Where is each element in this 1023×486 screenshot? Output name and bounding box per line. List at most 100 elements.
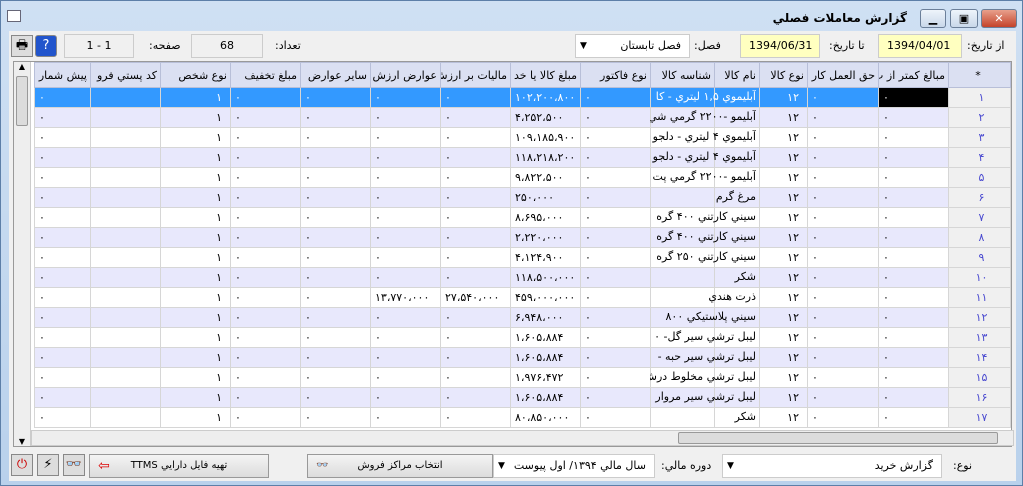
table-cell[interactable]: ۱۲ — [759, 107, 808, 128]
table-cell[interactable]: ۲۵۰،۰۰۰ — [510, 187, 581, 208]
table-cell[interactable]: ۱ — [160, 167, 231, 188]
table-cell[interactable]: ۰ — [878, 367, 949, 388]
table-cell[interactable]: ۹ — [948, 247, 1011, 268]
table-cell[interactable]: آبليمو -۲۲۰۰ گرمي شي — [650, 107, 760, 128]
table-row[interactable]: ۱ ۰ ۰ ۱۲ آبليموي ۱,۵ ليتري - كا ۰ ۱۰۲،۲۰۰،۸۰۰ ۰… — [34, 87, 1011, 108]
table-cell[interactable]: ۰ — [580, 387, 651, 408]
table-cell[interactable]: ۲،۲۲۰،۰۰۰ — [510, 227, 581, 248]
table-cell[interactable]: ۱ — [160, 407, 231, 428]
table-cell[interactable]: ۰ — [440, 227, 511, 248]
table-cell[interactable]: ۰ — [807, 247, 879, 268]
table-cell[interactable]: ۱۲ — [759, 167, 808, 188]
table-cell[interactable]: ۰ — [580, 207, 651, 228]
table-cell[interactable]: ۰ — [370, 407, 441, 428]
column-header[interactable]: ساير عوارض — [300, 62, 371, 88]
table-cell[interactable]: ۱ — [160, 207, 231, 228]
table-cell[interactable]: ۱۱۸،۵۰۰،۰۰۰ — [510, 267, 581, 288]
table-row[interactable]: ۱۲ ۰ ۰ ۱۲ سيني پلاستيكي ۸۰۰ ۰ ۶،۹۴۸،۰۰۰ ۰ ۰ ۰ ۰ ۱ ۰ — [34, 307, 1011, 328]
table-cell[interactable]: ليبل ترشي سير مروار — [655, 387, 760, 408]
table-cell[interactable]: ۱ — [948, 87, 1011, 108]
table-cell[interactable] — [90, 127, 161, 148]
table-cell[interactable]: ۰ — [878, 187, 949, 208]
table-cell[interactable]: ۰ — [807, 407, 879, 428]
table-cell[interactable]: ۰ — [300, 287, 371, 308]
table-cell[interactable]: ليبل ترشي مخلوط درش — [650, 367, 760, 388]
close-button[interactable]: ✕ — [981, 9, 1017, 28]
table-cell[interactable]: ۰ — [878, 147, 949, 168]
table-cell[interactable]: ۰ — [370, 347, 441, 368]
column-header[interactable]: حق العمل کار — [807, 62, 879, 88]
table-cell[interactable]: ۰ — [878, 307, 949, 328]
table-cell[interactable]: ۰ — [807, 287, 879, 308]
table-cell[interactable]: ۰ — [580, 87, 651, 108]
table-cell[interactable]: ۰ — [300, 207, 371, 228]
table-cell[interactable]: ۱ — [160, 327, 231, 348]
table-cell[interactable]: ۰ — [230, 347, 301, 368]
table-cell[interactable]: ليبل ترشي سير حبه - — [658, 347, 760, 368]
table-cell[interactable]: ۲ — [948, 107, 1011, 128]
table-cell[interactable]: ۱ — [160, 147, 231, 168]
table-cell[interactable] — [90, 387, 161, 408]
table-cell[interactable] — [90, 207, 161, 228]
table-cell[interactable]: ۰ — [370, 207, 441, 228]
season-select[interactable]: فصل تابستان ▼ — [575, 34, 690, 58]
table-cell[interactable]: ۰ — [300, 267, 371, 288]
table-cell[interactable] — [90, 407, 161, 428]
table-cell[interactable]: ۰ — [807, 107, 879, 128]
column-header[interactable]: * — [948, 62, 1011, 88]
table-cell[interactable]: ۰ — [370, 147, 441, 168]
table-cell[interactable]: ۰ — [878, 227, 949, 248]
table-cell[interactable]: ۱ — [160, 107, 231, 128]
table-cell[interactable]: ۰ — [807, 187, 879, 208]
table-cell[interactable]: ۰ — [34, 387, 91, 408]
table-cell[interactable]: ۱ — [160, 87, 231, 108]
table-cell[interactable]: ۰ — [300, 127, 371, 148]
column-header[interactable]: پيش شمار — [34, 62, 91, 88]
table-cell[interactable]: ۰ — [230, 307, 301, 328]
table-cell[interactable]: ۰ — [34, 307, 91, 328]
table-cell[interactable]: ۱۲ — [759, 347, 808, 368]
table-cell[interactable]: شكر — [714, 267, 760, 288]
table-cell[interactable]: ۰ — [300, 367, 371, 388]
table-cell[interactable]: ۰ — [370, 127, 441, 148]
table-cell[interactable]: ۰ — [878, 347, 949, 368]
table-row[interactable]: ۵۰۰۱۲آبليمو -۲۲۰۰ گرمي پت ر۰۹،۸۲۲،۵۰۰۰۰۰… — [34, 167, 1011, 188]
table-cell[interactable]: ۰ — [580, 147, 651, 168]
table-cell[interactable]: ۰ — [370, 107, 441, 128]
table-row[interactable]: ۶ ۰ ۰ ۱۲ مرغ گرم ۰ ۲۵۰،۰۰۰ ۰ ۰ ۰ ۰ ۱ ۰ — [34, 187, 1011, 208]
table-cell[interactable]: ۱۰۹،۱۸۵،۹۰۰ — [510, 127, 581, 148]
table-cell[interactable]: ۴،۲۵۲،۵۰۰ — [510, 107, 581, 128]
filter-button[interactable]: ⚡ — [37, 454, 59, 476]
table-cell[interactable]: ۰ — [34, 167, 91, 188]
table-cell[interactable]: ۰ — [440, 407, 511, 428]
table-cell[interactable]: آبليمو -۲۲۰۰ گرمي پت ر — [650, 167, 760, 188]
table-cell[interactable]: ۰ — [370, 307, 441, 328]
table-cell[interactable]: ۱۴ — [948, 347, 1011, 368]
table-cell[interactable]: ۰ — [300, 347, 371, 368]
column-header[interactable]: کد پستي فرو — [90, 62, 161, 88]
table-cell[interactable]: ۱۲ — [759, 247, 808, 268]
table-cell[interactable]: ۱۲ — [759, 287, 808, 308]
table-cell[interactable]: ۱۲ — [759, 387, 808, 408]
table-cell[interactable]: ۱۵ — [948, 367, 1011, 388]
table-cell[interactable]: ۰ — [370, 187, 441, 208]
table-cell[interactable]: ۰ — [230, 207, 301, 228]
table-cell[interactable]: ۰ — [370, 227, 441, 248]
table-cell[interactable]: ۱۲ — [759, 207, 808, 228]
table-row[interactable]: ۱۰ ۰ ۰ ۱۲ شكر ۰ ۱۱۸،۵۰۰،۰۰۰ ۰ ۰ ۰ ۰ ۱ ۰ — [34, 267, 1011, 288]
table-cell[interactable]: ۱،۶۰۵،۸۸۴ — [510, 387, 581, 408]
table-cell[interactable]: ۶،۹۴۸،۰۰۰ — [510, 307, 581, 328]
table-cell[interactable]: ۱۳ — [948, 327, 1011, 348]
table-cell[interactable]: ۰ — [34, 267, 91, 288]
table-cell[interactable]: ۰ — [440, 147, 511, 168]
table-cell[interactable]: ۹،۸۲۲،۵۰۰ — [510, 167, 581, 188]
table-cell[interactable]: ۱ — [160, 247, 231, 268]
table-cell[interactable]: ۱۲ — [759, 327, 808, 348]
table-cell[interactable]: ۱۰ — [948, 267, 1011, 288]
column-header[interactable]: نوع شخص — [160, 62, 231, 88]
table-cell[interactable]: ۰ — [230, 327, 301, 348]
table-cell[interactable]: مرغ گرم — [714, 187, 760, 208]
table-cell[interactable]: ۰ — [807, 347, 879, 368]
scroll-up-icon[interactable]: ▲ — [14, 62, 30, 71]
table-cell[interactable]: ۰ — [370, 387, 441, 408]
